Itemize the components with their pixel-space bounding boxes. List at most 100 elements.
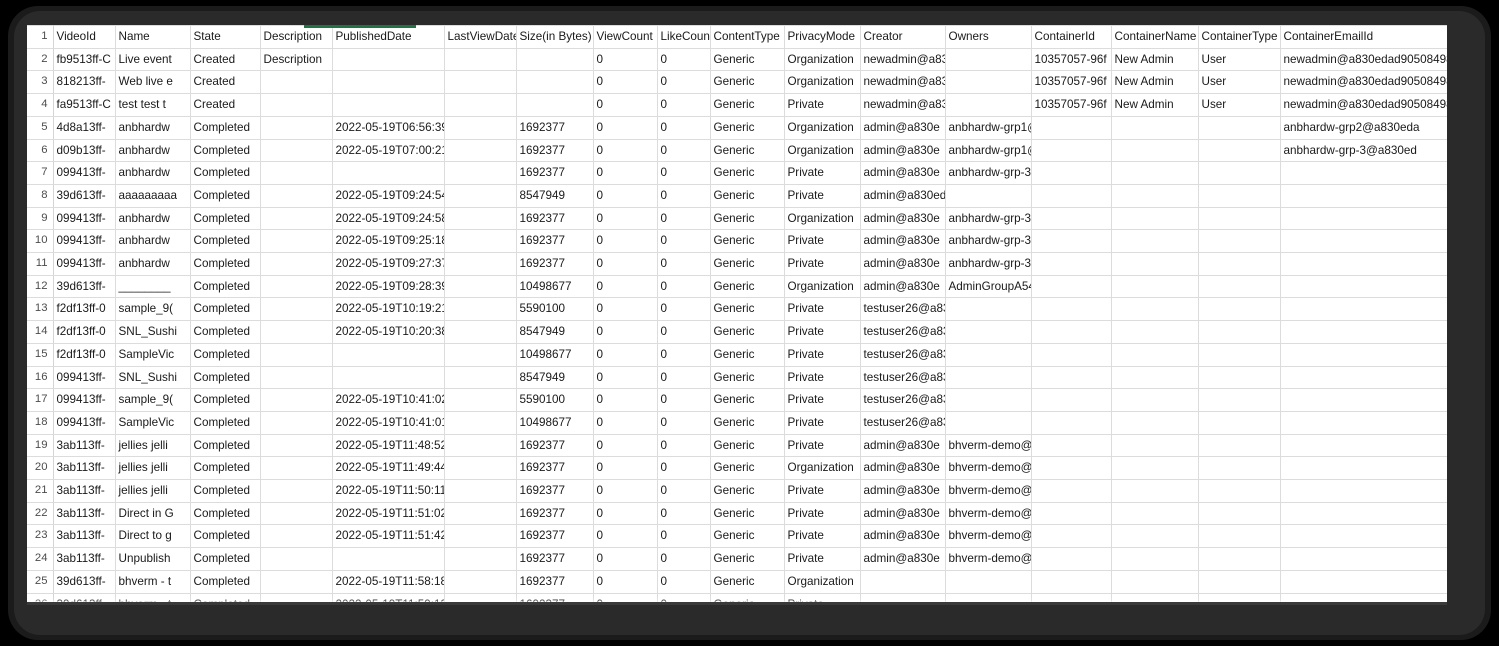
cell-privacymode[interactable]: Private (783, 365, 861, 390)
cell-size-in-bytes[interactable]: 1692377 (515, 229, 594, 254)
cell-name[interactable]: sample_9( (114, 388, 191, 412)
cell-videoid[interactable]: 099413ff- (52, 410, 116, 435)
cell-creator[interactable]: newadmin@a830edad905C (859, 47, 946, 72)
cell-videoid[interactable]: fb9513ff-C (52, 47, 116, 72)
cell-creator[interactable]: admin@a830e (859, 274, 946, 299)
cell-containername[interactable] (1110, 501, 1199, 526)
column-header-containername[interactable]: ContainerName (1110, 25, 1199, 49)
cell-privacymode[interactable]: Organization (783, 206, 861, 231)
cell-privacymode[interactable]: Private (783, 320, 861, 344)
cell-contenttype[interactable]: Generic (709, 365, 785, 390)
cell-publisheddate[interactable]: 2022-05-19T11:51:42.8758311 (331, 524, 445, 549)
cell-containerid[interactable] (1030, 320, 1112, 344)
cell-videoid[interactable]: 099413ff- (52, 365, 116, 390)
cell-owners[interactable] (944, 342, 1032, 367)
cell-privacymode[interactable]: Private (783, 501, 861, 526)
cell-containertype[interactable] (1197, 479, 1281, 503)
cell-size-in-bytes[interactable]: 1692377 (515, 479, 594, 503)
cell-owners[interactable]: anbhardw-grp1@a830edad9050849863E2203300… (944, 115, 1032, 140)
cell-owners[interactable]: bhverm-demo@a830edad9050849863E22033000.… (944, 479, 1032, 503)
cell-likecount[interactable]: 0 (656, 274, 711, 299)
cell-size-in-bytes[interactable]: 1692377 (515, 252, 594, 276)
cell-state[interactable]: Completed (189, 252, 261, 276)
cell-privacymode[interactable]: Private (783, 93, 861, 117)
table-row[interactable]: 7 099413ff-anbhardw Completed 1692377 0 0 Gene… (27, 161, 1447, 185)
cell-privacymode[interactable]: Organization (783, 115, 861, 140)
cell-contenttype[interactable]: Generic (709, 524, 785, 549)
cell-owners[interactable] (944, 70, 1032, 95)
table-row[interactable]: 17 099413ff-sample_9(Completed 2022-05-19T… (27, 388, 1447, 412)
cell-lastviewdate[interactable] (443, 206, 517, 231)
row-number[interactable]: 22 (27, 501, 54, 526)
cell-size-in-bytes[interactable]: 1692377 (515, 115, 594, 140)
cell-owners[interactable]: AdminGroupA547@a830edad9050849863E220330… (944, 274, 1032, 299)
cell-description[interactable] (259, 456, 333, 481)
cell-description[interactable] (259, 410, 333, 435)
cell-contenttype[interactable]: Generic (709, 342, 785, 367)
cell-containeremailid[interactable] (1279, 206, 1447, 231)
cell-contenttype[interactable]: Generic (709, 410, 785, 435)
table-row[interactable]: 15 f2df13ff-0 SampleVic Completed 10498677 0 0… (27, 342, 1447, 367)
cell-containertype[interactable] (1197, 342, 1281, 367)
cell-name[interactable]: sample_9( (114, 297, 191, 322)
cell-size-in-bytes[interactable]: 1692377 (515, 547, 594, 571)
cell-owners[interactable]: bhverm-demo@a830edad9050849863E22033000.… (944, 524, 1032, 549)
cell-containeremailid[interactable] (1279, 297, 1447, 322)
table-row[interactable]: 4 fa9513ff-C test test t Created 0 0 Generic Pr… (27, 93, 1447, 117)
cell-containertype[interactable]: User (1197, 70, 1281, 95)
cell-containertype[interactable] (1197, 547, 1281, 571)
cell-creator[interactable]: admin@a830e (859, 433, 946, 458)
cell-creator[interactable]: admin@a830e (859, 479, 946, 503)
cell-name[interactable]: anbhardw (114, 252, 191, 276)
table-row[interactable]: 18 099413ff- SampleVic Completed 2022-05-19T… (27, 410, 1447, 435)
cell-owners[interactable]: anbhardw-grp-3@a830edad9050849863E220330… (944, 206, 1032, 231)
cell-viewcount[interactable]: 0 (592, 547, 658, 571)
cell-contenttype[interactable]: Generic (709, 252, 785, 276)
cell-contenttype[interactable]: Generic (709, 479, 785, 503)
cell-lastviewdate[interactable] (443, 93, 517, 117)
cell-viewcount[interactable]: 0 (592, 501, 658, 526)
column-header-state[interactable]: State (189, 25, 261, 49)
cell-size-in-bytes[interactable]: 10498677 (515, 274, 594, 299)
cell-containerid[interactable]: 10357057-96f (1030, 93, 1112, 117)
cell-publisheddate[interactable]: 2022-05-19T09:28:39.0490659 (331, 274, 445, 299)
cell-owners[interactable] (944, 410, 1032, 435)
cell-state[interactable]: Completed (189, 569, 261, 594)
cell-creator[interactable]: admin@a830e (859, 138, 946, 163)
cell-publisheddate[interactable] (331, 547, 445, 571)
cell-size-in-bytes[interactable]: 5590100 (515, 388, 594, 412)
column-header-privacymode[interactable]: PrivacyMode (783, 25, 861, 49)
cell-publisheddate[interactable]: 2022-05-19T09:24:54.5274103 (331, 183, 445, 208)
cell-lastviewdate[interactable] (443, 501, 517, 526)
table-row[interactable]: 20 3ab113ff-jellies jelli Completed 2022-05… (27, 456, 1447, 481)
cell-containeremailid[interactable] (1279, 524, 1447, 549)
cell-owners[interactable] (944, 47, 1032, 72)
cell-description[interactable] (259, 206, 333, 231)
cell-contenttype[interactable]: Generic (709, 138, 785, 163)
cell-contenttype[interactable]: Generic (709, 206, 785, 231)
cell-containeremailid[interactable]: anbhardw-grp2@a830eda (1279, 115, 1447, 140)
cell-publisheddate[interactable]: 2022-05-19T10:19:21.7317402 (331, 297, 445, 322)
cell-publisheddate[interactable] (331, 93, 445, 117)
row-number[interactable]: 6 (27, 138, 54, 163)
cell-contenttype[interactable]: Generic (709, 229, 785, 254)
cell-lastviewdate[interactable] (443, 115, 517, 140)
cell-lastviewdate[interactable] (443, 47, 517, 72)
cell-publisheddate[interactable] (331, 47, 445, 72)
cell-owners[interactable]: bhverm-demo@a830edad9050849863E22033000.… (944, 456, 1032, 481)
cell-containertype[interactable] (1197, 183, 1281, 208)
cell-viewcount[interactable]: 0 (592, 342, 658, 367)
cell-name[interactable]: anbhardw (114, 229, 191, 254)
cell-description[interactable] (259, 569, 333, 594)
cell-creator[interactable]: admin@a830e (859, 206, 946, 231)
cell-owners[interactable]: bhverm-demo@a830edad9050849863E22033000.… (944, 547, 1032, 571)
cell-containerid[interactable] (1030, 547, 1112, 571)
table-row[interactable]: 9 099413ff-anbhardw Completed 2022-05-19T09… (27, 206, 1447, 231)
cell-description[interactable] (259, 138, 333, 163)
cell-containerid[interactable] (1030, 138, 1112, 163)
cell-owners[interactable]: anbhardw-grp1@a830edad9050849863E2203300… (944, 138, 1032, 163)
cell-state[interactable]: Completed (189, 501, 261, 526)
cell-videoid[interactable]: 099413ff- (52, 229, 116, 254)
cell-containername[interactable] (1110, 456, 1199, 481)
cell-contenttype[interactable]: Generic (709, 297, 785, 322)
